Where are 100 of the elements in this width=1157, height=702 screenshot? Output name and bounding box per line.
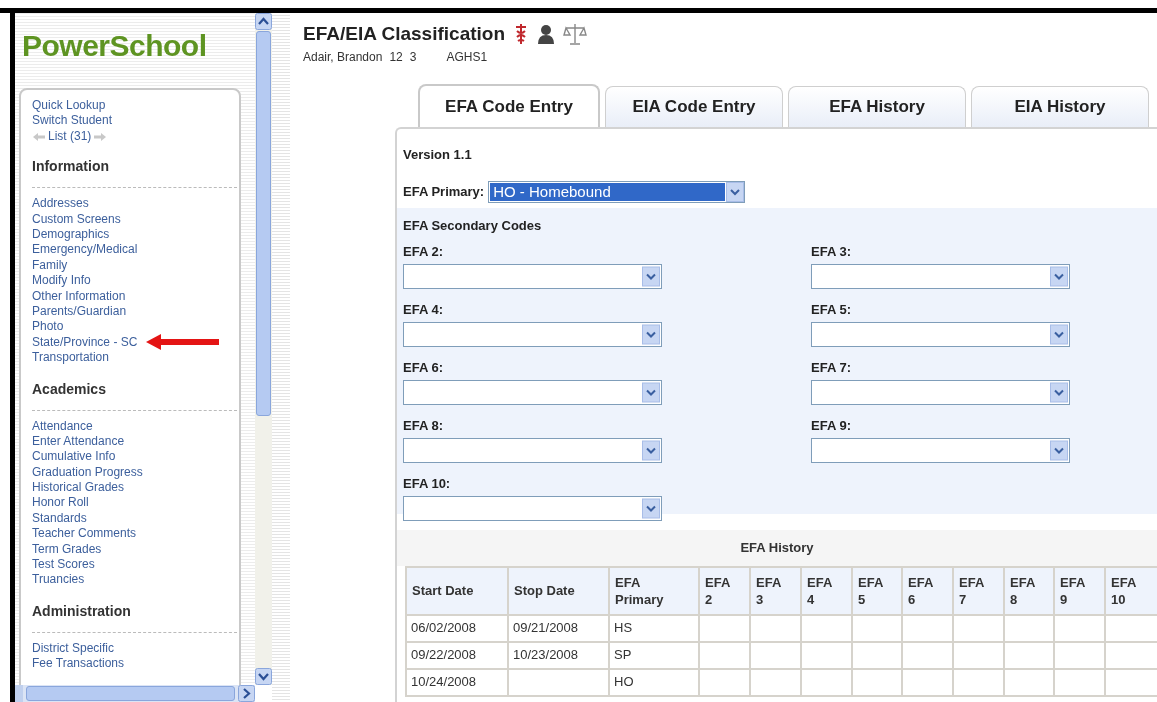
- column-header: EFA 10: [1111, 573, 1136, 608]
- column-header: Start Date: [412, 582, 475, 599]
- sidebar-link[interactable]: Transportation: [32, 350, 109, 366]
- person-icon[interactable]: [537, 24, 555, 45]
- field-label: EFA 10:: [403, 476, 451, 492]
- table-title: EFA History: [740, 538, 814, 557]
- sidebar-link[interactable]: Test Scores: [32, 557, 95, 573]
- select-field[interactable]: [403, 264, 662, 289]
- sidebar-link[interactable]: Family: [32, 257, 68, 274]
- field-label: EFA 9:: [811, 418, 851, 434]
- previous-arrow-icon[interactable]: [32, 131, 46, 142]
- sidebar-link[interactable]: Standards: [32, 510, 87, 527]
- field-label: EFA 8:: [403, 418, 443, 434]
- sidebar-link[interactable]: Cumulative Info: [32, 449, 116, 465]
- version-label: Version 1.1: [403, 146, 473, 164]
- section-heading: Information: [32, 157, 109, 177]
- sidebar-link[interactable]: Custom Screens: [32, 211, 121, 227]
- dropdown-icon: [642, 382, 660, 403]
- sidebar-link[interactable]: Attendance: [32, 418, 93, 434]
- dropdown-icon: [642, 498, 660, 519]
- sidebar-link[interactable]: Quick Lookup: [32, 98, 106, 114]
- sidebar-link[interactable]: Truancies: [32, 572, 85, 588]
- tab[interactable]: EIA History: [971, 86, 1149, 128]
- page-title: EFA/EIA Classification: [303, 22, 505, 46]
- column-header: EFA 8: [1010, 573, 1035, 608]
- table-cell: HS: [609, 614, 699, 642]
- table-cell: 10/23/2008: [508, 641, 609, 669]
- table-cell: 09/22/2008: [406, 641, 508, 669]
- dropdown-icon: [1050, 266, 1068, 287]
- scales-icon[interactable]: [563, 23, 587, 46]
- sidebar-link[interactable]: Demographics: [32, 227, 110, 243]
- column-header: Stop Date: [514, 582, 576, 599]
- table-cell: 10/24/2008: [406, 668, 508, 696]
- sidebar-link[interactable]: Term Grades: [32, 541, 102, 558]
- field-label: EFA Primary:: [403, 182, 485, 201]
- sidebar-link[interactable]: Emergency/Medical: [32, 242, 138, 258]
- select-field[interactable]: [811, 380, 1070, 405]
- sidebar-link[interactable]: Parents/Guardian: [32, 303, 127, 320]
- sidebar-link[interactable]: Other Information: [32, 288, 126, 304]
- dropdown-icon: [642, 440, 660, 461]
- select-field[interactable]: [811, 438, 1070, 463]
- logo: PowerSchool: [22, 28, 207, 64]
- caduceus-icon[interactable]: [513, 23, 529, 46]
- dropdown-icon: [1050, 324, 1068, 345]
- sidebar-link[interactable]: Fee Transactions: [32, 656, 125, 672]
- column-header: EFA 7: [959, 573, 984, 608]
- table-cell: SP: [609, 641, 699, 669]
- sidebar-link[interactable]: Modify Info: [32, 273, 91, 289]
- tab[interactable]: EFA History: [788, 86, 966, 128]
- section-heading: Administration: [32, 601, 131, 621]
- select-field[interactable]: [811, 322, 1070, 347]
- column-header: EFA 6: [908, 573, 933, 608]
- student-list-link[interactable]: List (31): [48, 128, 92, 145]
- sidebar-link[interactable]: Addresses: [32, 196, 89, 212]
- select-field[interactable]: [811, 264, 1070, 289]
- column-header: EFA 2: [705, 573, 730, 608]
- sidebar-link[interactable]: State/Province - SC: [32, 334, 138, 351]
- table-cell: 09/21/2008: [508, 614, 609, 642]
- student-grade: 12: [389, 49, 403, 66]
- dropdown-icon: [1050, 440, 1068, 461]
- scroll-up-icon[interactable]: [255, 13, 272, 30]
- dropdown-icon: [642, 266, 660, 287]
- tab[interactable]: EIA Code Entry: [605, 86, 783, 128]
- table-cell: 06/02/2008: [406, 614, 508, 642]
- sidebar-link[interactable]: Graduation Progress: [32, 464, 143, 481]
- next-arrow-icon[interactable]: [93, 131, 108, 142]
- column-header: EFA 3: [756, 573, 781, 608]
- field-label: EFA 7:: [811, 360, 851, 376]
- student-school: AGHS1: [446, 49, 488, 66]
- table-cell: HO: [609, 668, 699, 696]
- scrollbar-thumb[interactable]: [26, 686, 235, 701]
- select-field[interactable]: [403, 496, 662, 521]
- select-field[interactable]: [403, 322, 662, 347]
- sidebar-link[interactable]: Switch Student: [32, 113, 113, 129]
- select-field[interactable]: [403, 380, 662, 405]
- scrollbar-thumb[interactable]: [256, 31, 271, 416]
- dropdown-icon: [726, 181, 745, 202]
- sidebar-link[interactable]: Photo: [32, 319, 64, 335]
- field-label: EFA 3:: [811, 244, 851, 260]
- tab[interactable]: EFA Code Entry: [418, 84, 600, 128]
- column-header: EFA 5: [858, 573, 883, 608]
- sidebar-link[interactable]: District Specific: [32, 640, 114, 657]
- scroll-down-icon[interactable]: [255, 668, 272, 685]
- field-label: EFA 2:: [403, 244, 443, 260]
- sidebar-link[interactable]: Enter Attendance: [32, 433, 125, 450]
- column-header: EFA 4: [807, 573, 832, 608]
- scroll-right-icon[interactable]: [238, 685, 255, 702]
- student-name: Adair, Brandon: [303, 49, 383, 66]
- select-field[interactable]: [403, 438, 662, 463]
- sidebar-link[interactable]: Historical Grades: [32, 480, 125, 496]
- section-heading: Academics: [32, 379, 106, 399]
- dropdown-icon: [1050, 382, 1068, 403]
- select-field[interactable]: HO - Homebound: [488, 180, 746, 203]
- dropdown-icon: [642, 324, 660, 345]
- field-label: EFA 5:: [811, 302, 851, 318]
- student-track: 3: [409, 49, 417, 66]
- sidebar-link[interactable]: Teacher Comments: [32, 526, 137, 542]
- sidebar-link[interactable]: Honor Roll: [32, 495, 89, 511]
- column-header: EFA Primary: [615, 573, 664, 608]
- section-title: EFA Secondary Codes: [403, 216, 543, 235]
